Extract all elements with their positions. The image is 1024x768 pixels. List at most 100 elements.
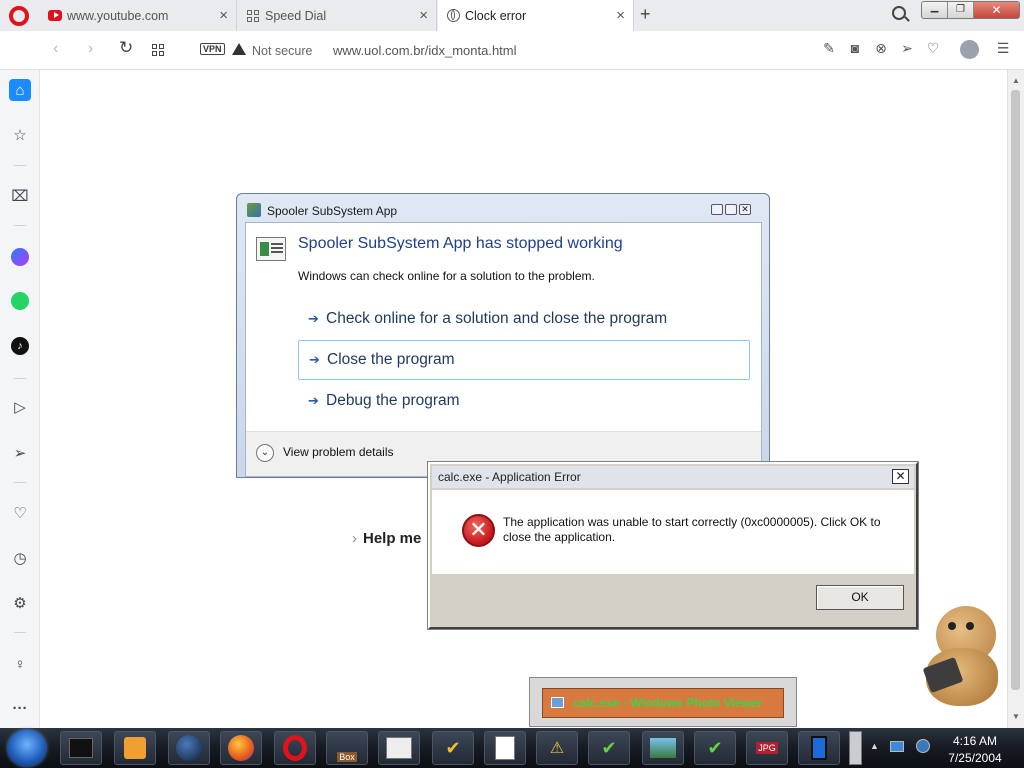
tab-clock-error[interactable]: Clock error × [438, 0, 634, 31]
camera-icon[interactable]: ◙ [846, 40, 864, 58]
close-tab-icon[interactable]: × [616, 7, 625, 24]
taskbar-app-tablet[interactable] [798, 731, 840, 765]
globe-icon [446, 9, 460, 23]
taskbar-app-globe[interactable] [168, 731, 210, 765]
dialog-title: Spooler SubSystem App [267, 204, 398, 218]
start-button[interactable] [8, 730, 46, 766]
tray-network-icon[interactable] [890, 741, 904, 752]
minimize-button[interactable] [711, 204, 723, 215]
forward-icon[interactable]: › [88, 40, 93, 58]
help-link[interactable]: › Help me [352, 530, 421, 547]
close-tab-icon[interactable]: × [419, 7, 428, 24]
divider [14, 482, 26, 483]
dialog-titlebar: calc.exe - Application Error ✕ [432, 466, 914, 488]
message-area: ✕ The application was unable to start co… [432, 490, 914, 574]
taskbar-app-firefox[interactable] [220, 731, 262, 765]
vpn-badge[interactable]: VPN [200, 43, 225, 55]
scroll-up-icon[interactable]: ▲ [1012, 76, 1020, 85]
taskbar-app-jpg[interactable]: JPG [746, 731, 788, 765]
send-icon[interactable]: ➢ [898, 40, 916, 58]
maximize-button[interactable]: ❐ [948, 2, 974, 18]
close-button[interactable]: ✕ [892, 469, 909, 484]
shopping-bag-icon[interactable]: ⌧ [9, 185, 31, 207]
tab-title: www.youtube.com [67, 8, 169, 23]
easy-setup-icon[interactable]: ☰ [994, 40, 1012, 58]
taskbar-app-media[interactable] [114, 731, 156, 765]
taskbar-app-notepad[interactable] [484, 731, 526, 765]
divider [14, 378, 26, 379]
tab-speed-dial[interactable]: Speed Dial × [238, 0, 437, 31]
minimize-button[interactable]: ▁ [922, 2, 948, 18]
error-message: The application was unable to start corr… [503, 515, 881, 544]
messenger-icon[interactable] [9, 246, 31, 268]
taskbar-app-check1[interactable]: ✔ [432, 731, 474, 765]
maximize-button[interactable] [725, 204, 737, 215]
photo-viewer-popup[interactable]: calc.exe - Windows Photo Viewer [529, 677, 797, 727]
dialog-title: calc.exe - Application Error [438, 470, 581, 484]
taskbar-app-network[interactable]: ⚠ [536, 731, 578, 765]
taskbar-app-box[interactable]: Box [326, 731, 368, 765]
taskbar-app-check2[interactable]: ✔ [588, 731, 630, 765]
scroll-down-icon[interactable]: ▼ [1012, 712, 1020, 721]
ok-button[interactable]: OK [816, 585, 904, 610]
heart-icon[interactable]: ♡ [924, 40, 942, 58]
more-icon[interactable]: ··· [9, 697, 31, 719]
close-window-button[interactable]: ✕ [974, 2, 1019, 18]
player-icon[interactable]: ▷ [9, 396, 31, 418]
tab-youtube[interactable]: www.youtube.com × [40, 0, 237, 31]
dialog-heading: Spooler SubSystem App has stopped workin… [298, 235, 623, 252]
new-tab-button[interactable]: + [640, 4, 651, 25]
edit-icon[interactable]: ✎ [820, 40, 838, 58]
option-label: Close the program [327, 351, 455, 368]
clock-time[interactable]: 4:16 AM [940, 734, 1010, 748]
history-icon[interactable]: ◷ [9, 547, 31, 569]
clock-date[interactable]: 7/25/2004 [940, 751, 1010, 765]
star-icon[interactable]: ☆ [9, 124, 31, 146]
opera-menu-icon[interactable] [9, 6, 29, 26]
view-details-link[interactable]: View problem details [283, 445, 394, 459]
taskbar-app-opera[interactable] [274, 731, 316, 765]
taskbar-app-terminal[interactable] [60, 731, 102, 765]
show-hidden-icons[interactable]: ▲ [870, 741, 879, 751]
vertical-scrollbar[interactable]: ▲ ▼ [1007, 70, 1024, 728]
adblock-icon[interactable]: ⊗ [872, 40, 890, 58]
whatsapp-icon[interactable] [9, 290, 31, 312]
divider [14, 165, 26, 166]
chevron-down-icon[interactable]: ⌄ [256, 444, 274, 462]
tips-icon[interactable]: ♀ [9, 653, 31, 675]
warning-icon[interactable] [232, 43, 246, 55]
help-text: Help me [363, 530, 422, 547]
url-field[interactable]: www.uol.com.br/idx_monta.html [333, 43, 517, 58]
settings-icon[interactable]: ⚙ [9, 592, 31, 614]
search-tabs-handle [904, 16, 910, 22]
app-icon [247, 203, 261, 217]
taskbar-app-check3[interactable]: ✔ [694, 731, 736, 765]
security-status[interactable]: Not secure [252, 44, 312, 58]
box-label: Box [337, 752, 357, 762]
check-online-option[interactable]: ➔ Check online for a solution and close … [298, 299, 750, 339]
debug-program-option[interactable]: ➔ Debug the program [298, 381, 750, 421]
close-button[interactable]: ✕ [739, 204, 751, 215]
tray-volume-icon[interactable] [916, 739, 930, 753]
jpg-label: JPG [756, 742, 778, 754]
tiktok-icon[interactable]: ♪ [9, 335, 31, 357]
taskbar-app-program[interactable] [378, 731, 420, 765]
taskbar-scroll[interactable] [849, 731, 862, 765]
send-icon[interactable]: ➢ [9, 442, 31, 464]
tab-title: Speed Dial [265, 8, 327, 23]
image-icon [551, 697, 564, 708]
divider [14, 632, 26, 633]
home-icon[interactable]: ⌂ [9, 79, 31, 101]
arrow-right-icon: ➔ [308, 393, 319, 408]
tab-grid-icon[interactable] [152, 44, 164, 56]
close-tab-icon[interactable]: × [219, 7, 228, 24]
close-program-option[interactable]: ➔ Close the program [298, 340, 750, 380]
avatar[interactable] [960, 40, 979, 59]
heart-icon[interactable]: ♡ [9, 502, 31, 524]
option-label: Debug the program [326, 392, 460, 409]
taskbar-app-photo[interactable] [642, 731, 684, 765]
scroll-thumb[interactable] [1011, 90, 1020, 690]
reload-icon[interactable]: ↻ [119, 38, 133, 58]
error-icon: ✕ [462, 514, 495, 547]
back-icon[interactable]: ‹ [53, 40, 58, 58]
